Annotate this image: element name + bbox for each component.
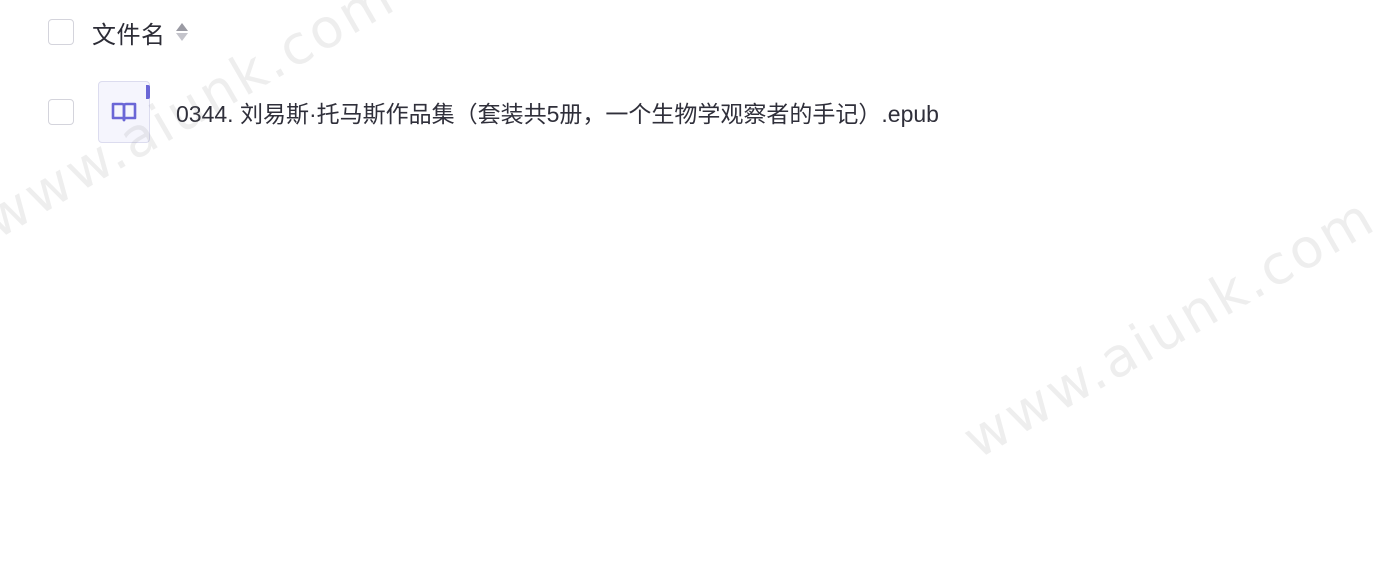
file-list-header: 文件名 [48, 14, 188, 50]
file-row[interactable]: 0344. 刘易斯·托马斯作品集（套装共5册，一个生物学观察者的手记）.epub [48, 80, 939, 144]
ebook-icon[interactable] [98, 81, 150, 143]
select-all-checkbox[interactable] [48, 19, 74, 45]
filename-column-header[interactable]: 文件名 [92, 15, 166, 50]
file-name[interactable]: 0344. 刘易斯·托马斯作品集（套装共5册，一个生物学观察者的手记）.epub [176, 95, 939, 129]
sort-ascending-icon [175, 23, 188, 31]
file-icon-corner [146, 85, 150, 99]
sort-descending-icon [175, 33, 188, 41]
watermark-text: www.aiunk.com [952, 184, 1384, 471]
open-book-icon [111, 102, 137, 122]
file-row-checkbox[interactable] [48, 99, 74, 125]
sort-toggle-icon[interactable] [175, 20, 188, 44]
